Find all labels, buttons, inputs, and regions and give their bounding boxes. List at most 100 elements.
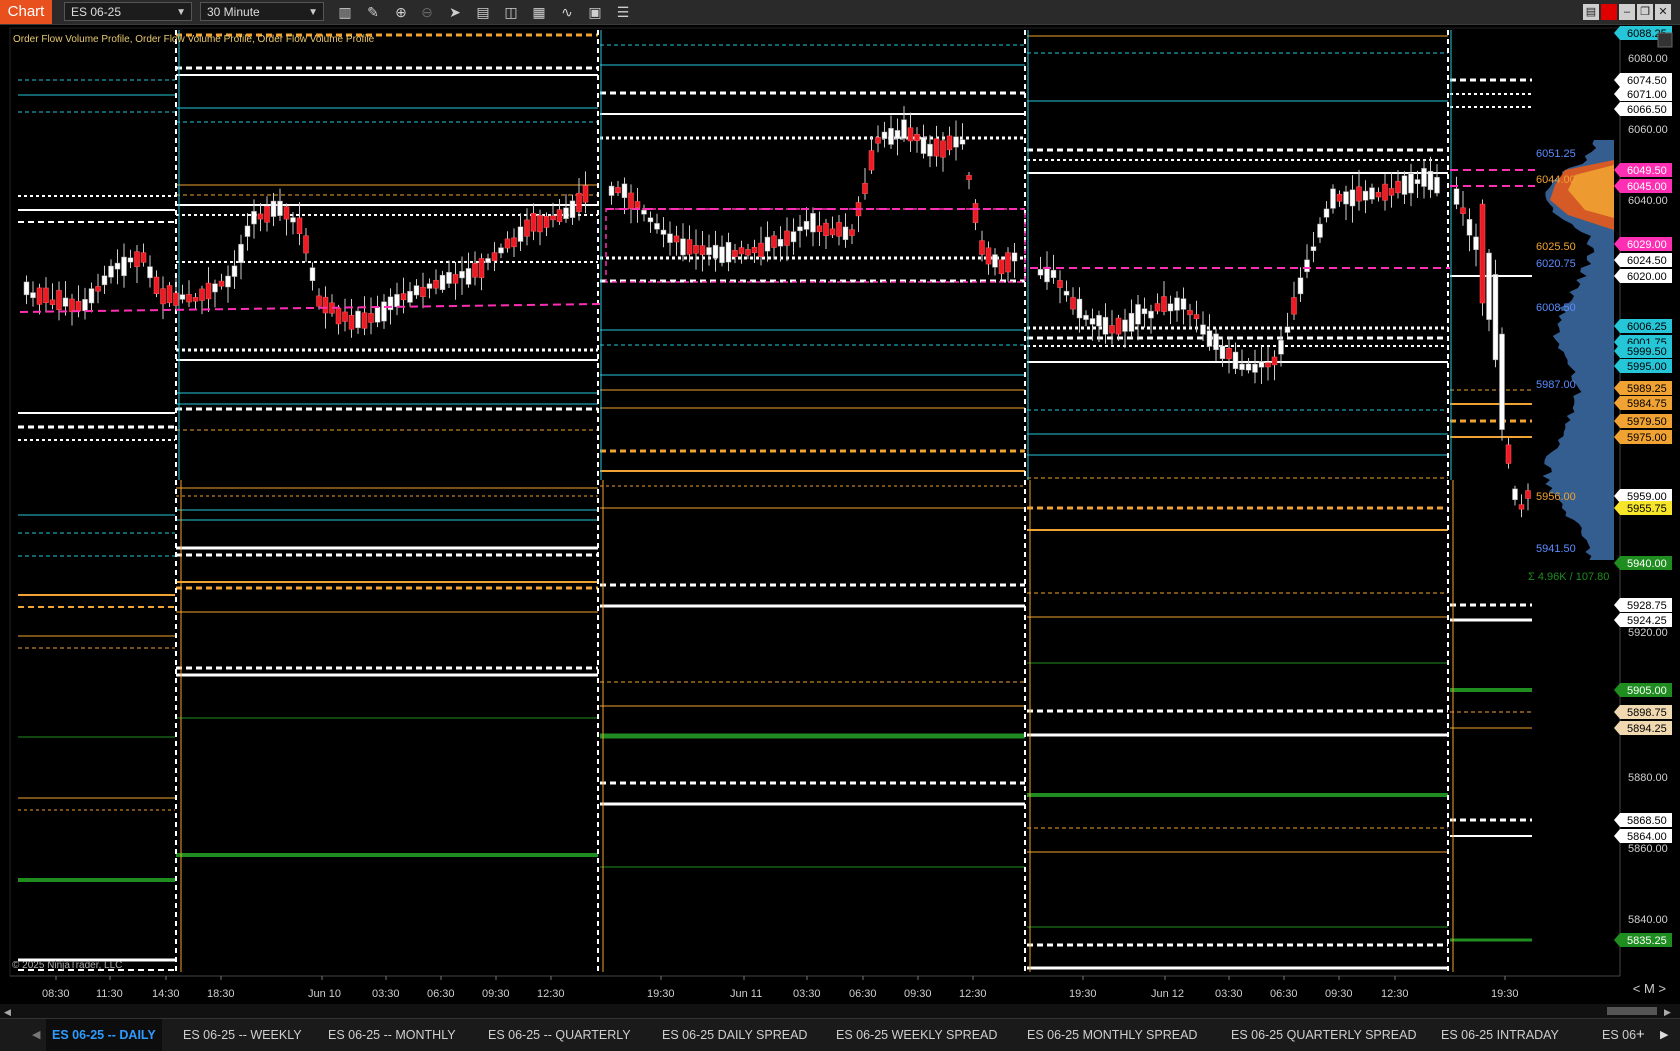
candle-body: [296, 217, 303, 235]
candle-body: [868, 150, 875, 171]
price-marker-label: 6045.00: [1627, 181, 1667, 193]
candle-body: [485, 258, 491, 263]
up-candle: [1083, 310, 1089, 327]
price-marker: 5864.00: [1614, 829, 1672, 843]
price-marker: 6045.00: [1614, 179, 1672, 193]
candle-body: [1089, 318, 1096, 325]
down-candle: [1187, 303, 1193, 329]
tab-es-06-25-monthly[interactable]: ES 06-25 -- MONTHLY: [322, 1019, 462, 1051]
price-marker-label: 5905.00: [1627, 685, 1667, 697]
candle-body: [946, 135, 953, 151]
price-marker: 5979.50: [1614, 414, 1672, 428]
add-tab-icon[interactable]: +: [1636, 1026, 1645, 1043]
down-candle: [1518, 494, 1525, 518]
tab-es-06-25-weekly[interactable]: ES 06-25 -- WEEKLY: [177, 1019, 308, 1051]
time-axis-label: 19:30: [647, 988, 675, 1000]
tab-es-06-25-daily-spread[interactable]: ES 06-25 DAILY SPREAD: [656, 1019, 813, 1051]
candle-body: [686, 239, 693, 255]
candle-body: [1109, 325, 1115, 334]
tab-es-06-25-quarterly[interactable]: ES 06-25 -- QUARTERLY: [482, 1019, 637, 1051]
down-candle: [56, 281, 62, 321]
candle-body: [374, 306, 381, 323]
down-candle: [43, 277, 49, 313]
time-axis-label: 19:30: [1491, 988, 1519, 1000]
candle-body: [972, 203, 979, 223]
candle-body: [192, 296, 199, 302]
up-candle: [1499, 327, 1505, 441]
candle-body: [576, 192, 582, 212]
up-candle: [212, 279, 218, 308]
tab-es-06-25-quarterly-spread[interactable]: ES 06-25 QUARTERLY SPREAD: [1225, 1019, 1423, 1051]
up-candle: [680, 223, 686, 262]
candle-body: [1434, 176, 1440, 194]
price-axis-label: 5880.00: [1628, 772, 1668, 784]
candle-body: [1310, 246, 1317, 252]
up-candle: [712, 230, 719, 272]
zoom-controls[interactable]: < M >: [1633, 981, 1666, 996]
profile-value-label: 6020.75: [1536, 258, 1576, 270]
candle-body: [556, 209, 563, 222]
candle-body: [1369, 187, 1375, 200]
price-marker: 5940.00: [1614, 556, 1672, 570]
candle-body: [257, 213, 264, 220]
time-axis-label: 06:30: [1270, 988, 1298, 1000]
candle-body: [953, 136, 959, 148]
time-axis-label: 03:30: [372, 988, 400, 1000]
candle-body: [699, 245, 706, 255]
down-candle: [491, 242, 498, 272]
price-marker-label: 6074.50: [1627, 75, 1667, 87]
scroll-thumb[interactable]: [1607, 1007, 1657, 1015]
up-candle: [1063, 280, 1070, 302]
down-candle: [420, 272, 426, 309]
price-marker: 5868.50: [1614, 813, 1672, 827]
time-axis-label: 09:30: [1325, 988, 1353, 1000]
down-candle: [875, 125, 881, 153]
time-axis-label: 09:30: [482, 988, 510, 1000]
scroll-right-icon[interactable]: ▶: [1664, 1007, 1671, 1018]
time-axis-label: 09:30: [904, 988, 932, 1000]
candle-body: [43, 287, 49, 303]
tab-es-06-25-intraday[interactable]: ES 06-25 INTRADAY: [1435, 1019, 1565, 1051]
candle-body: [1174, 297, 1180, 311]
up-candle: [894, 118, 901, 156]
candle-body: [88, 288, 95, 304]
candle-body: [673, 235, 680, 243]
up-candle: [563, 194, 569, 223]
price-marker-label: 5984.75: [1627, 398, 1667, 410]
candle-body: [875, 137, 881, 144]
candle-body: [472, 263, 478, 278]
candle-body: [1096, 314, 1102, 327]
price-marker-label: 5940.00: [1627, 558, 1667, 570]
price-marker-label: 5955.75: [1627, 503, 1667, 515]
horizontal-scrollbar[interactable]: ◀ ▶: [0, 1004, 1680, 1018]
down-candle: [257, 203, 264, 232]
candle-body: [608, 185, 615, 196]
candle-body: [439, 274, 446, 290]
candle-body: [745, 249, 751, 256]
up-candle: [309, 262, 316, 291]
price-chart[interactable]: 6051.25 6044.00 6025.50 6020.75 6008.50 5987.…: [0, 0, 1680, 1004]
poc-line: [19, 303, 601, 313]
tab-es-06-25-monthly-spread[interactable]: ES 06-25 MONTHLY SPREAD: [1021, 1019, 1203, 1051]
down-candle: [1336, 190, 1343, 207]
up-candle: [485, 253, 491, 271]
price-marker-label: 5995.00: [1627, 361, 1667, 373]
tabs-right-icon[interactable]: ▶: [1660, 1028, 1668, 1041]
up-candle: [667, 221, 673, 256]
up-candle: [465, 252, 472, 288]
scroll-left-icon[interactable]: ◀: [4, 1007, 11, 1018]
up-candle: [920, 124, 927, 159]
down-candle: [1356, 169, 1362, 211]
tabs-left-icon[interactable]: ◀: [32, 1028, 40, 1041]
down-candle: [868, 135, 875, 175]
price-axis-label: 5860.00: [1628, 843, 1668, 855]
candle-body: [660, 229, 667, 235]
candle-body: [543, 215, 550, 228]
tab-es-06-25-daily[interactable]: ES 06-25 -- DAILY: [46, 1019, 162, 1051]
candle-body: [725, 242, 732, 263]
candle-body: [69, 298, 75, 312]
tab-es-06-25-weekly-spread[interactable]: ES 06-25 WEEKLY SPREAD: [830, 1019, 1003, 1051]
candle-body: [1135, 304, 1141, 325]
candle-body: [270, 200, 277, 217]
time-axis-label: Jun 10: [308, 988, 341, 1000]
